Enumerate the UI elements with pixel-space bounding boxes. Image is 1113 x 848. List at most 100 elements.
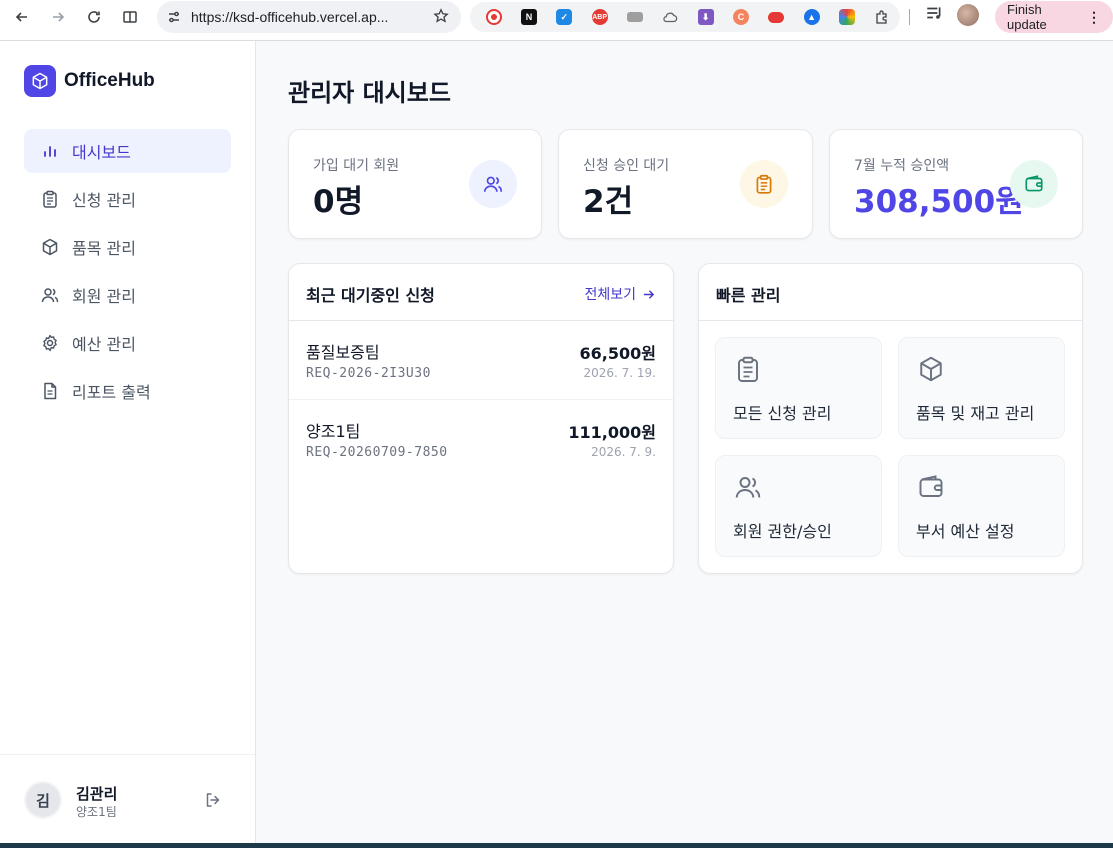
media-control-icon[interactable] bbox=[925, 4, 943, 26]
browser-toolbar: https://ksd-officehub.vercel.ap... N ✓ A… bbox=[0, 0, 1113, 41]
stat-label: 가입 대기 회원 bbox=[313, 158, 400, 174]
stat-label: 7월 누적 승인액 bbox=[854, 158, 950, 174]
document-icon bbox=[44, 382, 57, 400]
stat-card-pending-members[interactable]: 가입 대기 회원 0명 bbox=[288, 129, 542, 239]
v-icon[interactable]: ✓ bbox=[547, 2, 582, 32]
users-icon bbox=[41, 288, 59, 303]
quick-action-items-inventory[interactable]: 품목 및 재고 관리 bbox=[898, 337, 1065, 439]
ext-red-icon[interactable] bbox=[759, 2, 794, 32]
sidebar-item-label: 회원 관리 bbox=[72, 287, 136, 306]
arrow-right-icon bbox=[643, 289, 655, 299]
sidebar-item-reports[interactable]: 리포트 출력 bbox=[24, 369, 231, 413]
quick-action-department-budget[interactable]: 부서 예산 설정 bbox=[898, 455, 1065, 557]
bookmark-star-icon[interactable] bbox=[433, 8, 451, 26]
request-amount: 111,000원 bbox=[568, 423, 656, 442]
app: OfficeHub 대시보드 신청 관리 품목 관리 회원 관리 예산 관리 리… bbox=[0, 41, 1113, 843]
quick-action-all-requests[interactable]: 모든 신청 관리 bbox=[715, 337, 882, 439]
user-team: 양조1팀 bbox=[76, 805, 117, 819]
box-icon bbox=[916, 354, 946, 384]
view-all-label: 전체보기 bbox=[584, 287, 636, 303]
sidebar-item-requests[interactable]: 신청 관리 bbox=[24, 177, 231, 221]
stat-card-pending-approvals[interactable]: 신청 승인 대기 2건 bbox=[558, 129, 813, 239]
request-date: 2026. 7. 19. bbox=[583, 366, 656, 380]
stat-value: 0명 bbox=[313, 184, 364, 220]
film-icon[interactable] bbox=[617, 2, 652, 32]
clipboard-icon bbox=[733, 354, 763, 384]
sidebar-item-label: 대시보드 bbox=[72, 143, 131, 162]
stat-value: 308,500원 bbox=[854, 184, 1024, 220]
avatar[interactable]: 김 bbox=[24, 781, 62, 819]
logout-icon[interactable] bbox=[203, 790, 223, 810]
panel-title: 최근 대기중인 신청 bbox=[306, 286, 435, 305]
panel-title: 빠른 관리 bbox=[716, 286, 781, 305]
users-icon bbox=[733, 472, 763, 502]
wallet-icon bbox=[1010, 160, 1058, 208]
download-icon[interactable]: ⬇ bbox=[688, 2, 723, 32]
request-id: REQ-20260709-7850 bbox=[306, 445, 448, 460]
recent-requests-panel: 최근 대기중인 신청 전체보기 품질보증팀 REQ-2026-2I3U30 66… bbox=[288, 263, 674, 574]
url-text[interactable]: https://ksd-officehub.vercel.ap... bbox=[191, 9, 433, 25]
color-icon[interactable] bbox=[829, 2, 864, 32]
cube-logo-icon bbox=[24, 65, 56, 97]
taskbar-edge bbox=[0, 843, 1113, 848]
quick-action-label: 품목 및 재고 관리 bbox=[916, 404, 1035, 423]
quick-action-label: 부서 예산 설정 bbox=[916, 522, 1015, 541]
sidebar-item-items[interactable]: 품목 관리 bbox=[24, 225, 231, 269]
finish-update-button[interactable]: Finish update ⋮ bbox=[995, 1, 1113, 33]
main-content: 관리자 대시보드 가입 대기 회원 0명 신청 승인 대기 2건 7월 누적 승… bbox=[256, 41, 1113, 843]
box-icon bbox=[42, 238, 58, 256]
abp-icon[interactable]: ABP bbox=[582, 2, 617, 32]
gear-icon bbox=[43, 334, 57, 352]
toolbar-divider bbox=[909, 9, 910, 25]
sidebar-item-label: 리포트 출력 bbox=[72, 383, 151, 402]
reading-mode-icon[interactable] bbox=[112, 1, 148, 33]
c-icon[interactable]: C bbox=[723, 2, 758, 32]
notion-icon[interactable]: N bbox=[511, 2, 546, 32]
sidebar-item-label: 예산 관리 bbox=[72, 335, 136, 354]
users-icon bbox=[469, 160, 517, 208]
profile-avatar[interactable] bbox=[957, 4, 979, 26]
puzzle-icon[interactable] bbox=[865, 2, 900, 32]
sidebar: OfficeHub 대시보드 신청 관리 품목 관리 회원 관리 예산 관리 리… bbox=[0, 41, 256, 843]
clipboard-icon bbox=[43, 190, 57, 208]
sidebar-menu: 대시보드 신청 관리 품목 관리 회원 관리 예산 관리 리포트 출력 bbox=[24, 129, 231, 417]
site-info-icon[interactable] bbox=[165, 8, 183, 26]
list-item[interactable]: 양조1팀 REQ-20260709-7850 111,000원 2026. 7.… bbox=[289, 400, 673, 479]
forward-icon[interactable] bbox=[40, 1, 76, 33]
stat-label: 신청 승인 대기 bbox=[583, 158, 670, 174]
finish-update-label: Finish update bbox=[1007, 2, 1047, 32]
user-name: 김관리 bbox=[76, 785, 118, 803]
back-icon[interactable] bbox=[4, 1, 40, 33]
request-date: 2026. 7. 9. bbox=[591, 445, 656, 459]
ext-blue-icon[interactable]: ▲ bbox=[794, 2, 829, 32]
quick-action-label: 모든 신청 관리 bbox=[733, 404, 832, 423]
request-amount: 66,500원 bbox=[579, 344, 656, 363]
reload-icon[interactable] bbox=[76, 1, 112, 33]
user-panel: 김 김관리 양조1팀 bbox=[0, 754, 255, 843]
extensions-bar: N ✓ ABP ⬇ C ▲ bbox=[470, 2, 900, 32]
sidebar-item-members[interactable]: 회원 관리 bbox=[24, 273, 231, 317]
panel-header: 빠른 관리 bbox=[699, 264, 1082, 321]
view-all-link[interactable]: 전체보기 bbox=[584, 284, 655, 304]
stat-value: 2건 bbox=[583, 184, 634, 220]
quick-action-member-permissions[interactable]: 회원 권한/승인 bbox=[715, 455, 882, 557]
quick-actions-panel: 빠른 관리 모든 신청 관리 품목 및 재고 관리 회원 권한/승인 부서 예산… bbox=[698, 263, 1083, 574]
request-team: 품질보증팀 bbox=[306, 343, 380, 362]
clipboard-icon bbox=[740, 160, 788, 208]
brand-name: OfficeHub bbox=[64, 70, 155, 91]
more-vert-icon[interactable]: ⋮ bbox=[1087, 9, 1101, 26]
record-icon[interactable] bbox=[476, 2, 511, 32]
wallet-icon bbox=[916, 472, 946, 502]
request-id: REQ-2026-2I3U30 bbox=[306, 366, 431, 381]
page-title: 관리자 대시보드 bbox=[288, 79, 451, 107]
address-bar[interactable]: https://ksd-officehub.vercel.ap... bbox=[157, 1, 461, 33]
sidebar-item-dashboard[interactable]: 대시보드 bbox=[24, 129, 231, 173]
cloud-icon[interactable] bbox=[653, 2, 688, 32]
sidebar-item-budget[interactable]: 예산 관리 bbox=[24, 321, 231, 365]
list-item[interactable]: 품질보증팀 REQ-2026-2I3U30 66,500원 2026. 7. 1… bbox=[289, 321, 673, 400]
stat-card-approved-amount[interactable]: 7월 누적 승인액 308,500원 bbox=[829, 129, 1083, 239]
sidebar-item-label: 품목 관리 bbox=[72, 239, 136, 258]
quick-action-label: 회원 권한/승인 bbox=[733, 522, 832, 541]
brand[interactable]: OfficeHub bbox=[24, 65, 155, 97]
panel-header: 최근 대기중인 신청 전체보기 bbox=[289, 264, 673, 321]
